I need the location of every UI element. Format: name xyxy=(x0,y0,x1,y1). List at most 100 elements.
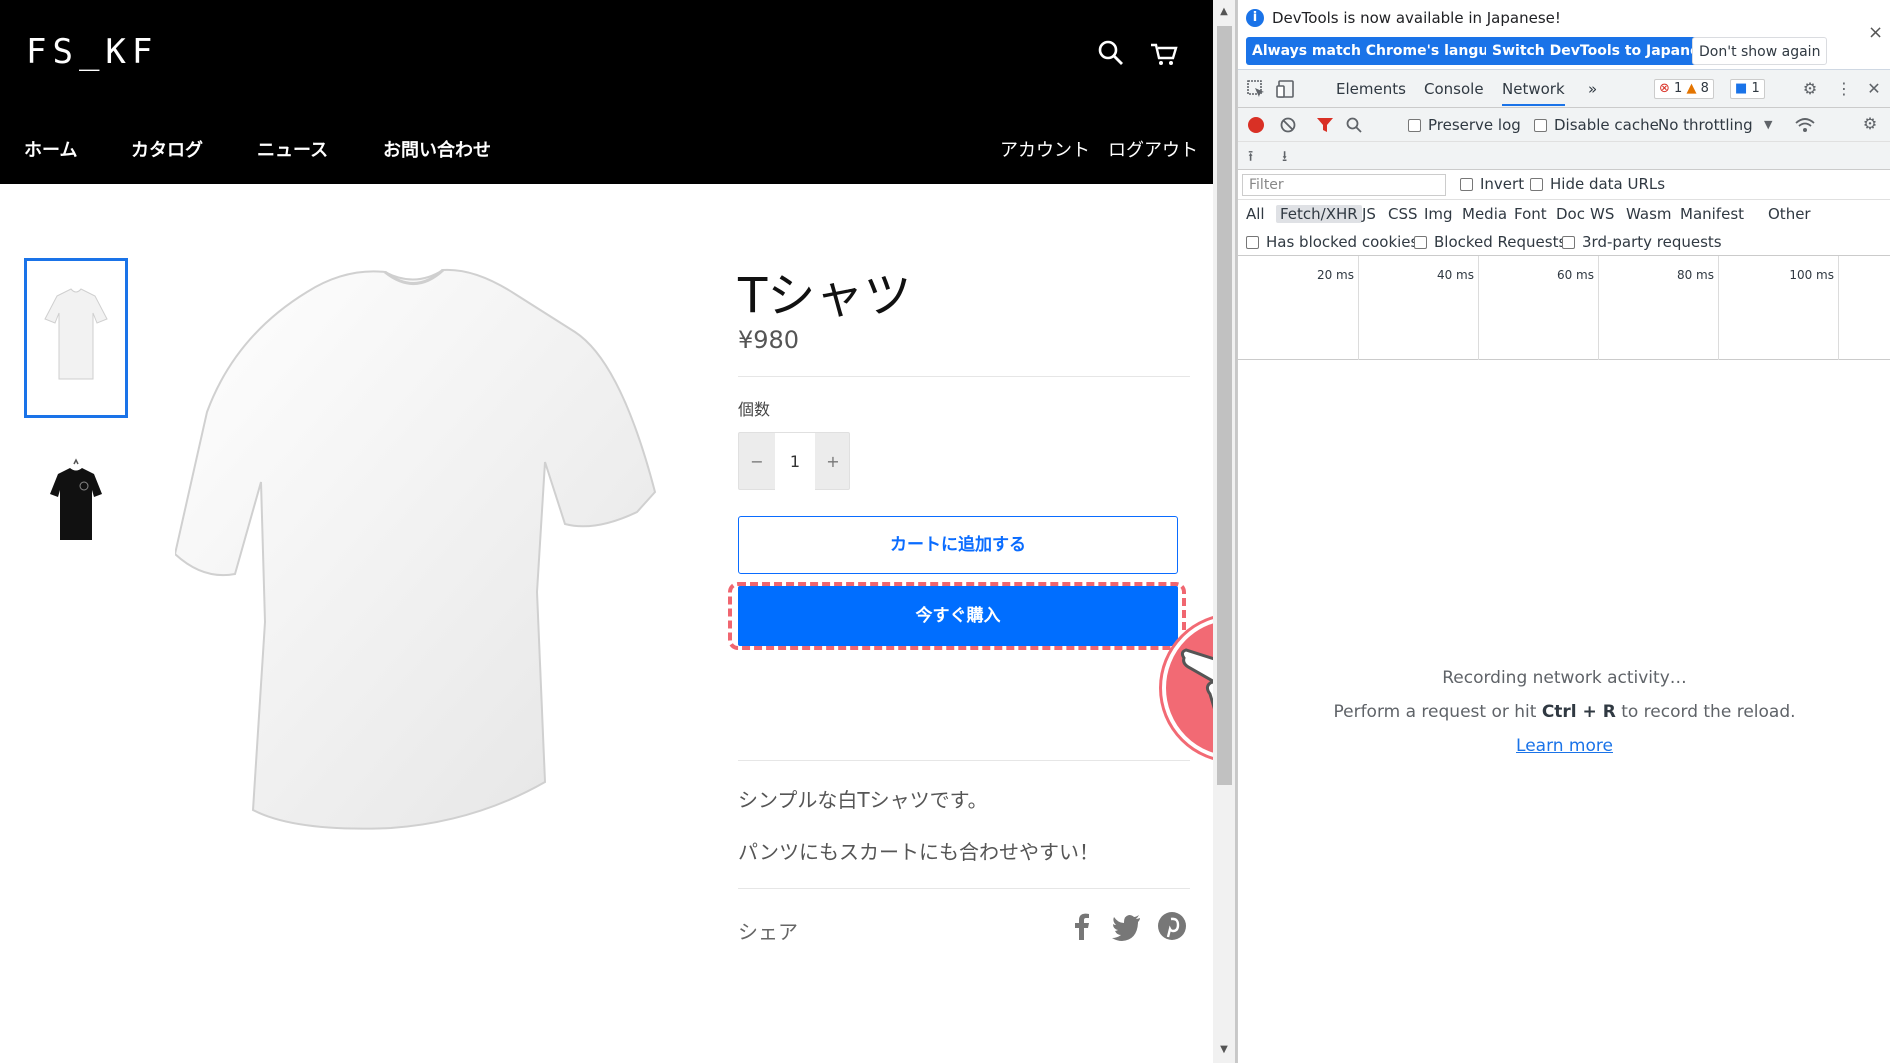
type-ws[interactable]: WS xyxy=(1590,205,1614,223)
type-wasm[interactable]: Wasm xyxy=(1626,205,1672,223)
nav-item-contact[interactable]: お問い合わせ xyxy=(383,136,491,162)
pointer-hand-overlay xyxy=(1162,616,1213,760)
scroll-down-arrow-icon[interactable]: ▼ xyxy=(1216,1042,1232,1058)
scroll-up-arrow-icon[interactable]: ▲ xyxy=(1216,4,1232,20)
type-img[interactable]: Img xyxy=(1424,205,1453,223)
invert-checkbox[interactable] xyxy=(1460,178,1473,191)
type-manifest[interactable]: Manifest xyxy=(1680,205,1744,223)
blocked-filter-bar: Has blocked cookies Blocked Requests 3rd… xyxy=(1238,228,1890,256)
type-css[interactable]: CSS xyxy=(1388,205,1418,223)
filter-icon[interactable] xyxy=(1316,117,1334,133)
nav-item-account[interactable]: アカウント xyxy=(1000,136,1090,162)
timeline-tick-label: 100 ms xyxy=(1789,268,1834,282)
type-all[interactable]: All xyxy=(1246,205,1265,223)
type-doc[interactable]: Doc xyxy=(1556,205,1585,223)
blocked-requests-checkbox[interactable] xyxy=(1414,236,1427,249)
nav-item-home[interactable]: ホーム xyxy=(24,136,77,162)
infobar-message: DevTools is now available in Japanese! xyxy=(1272,9,1561,27)
export-har-icon[interactable]: ⭳ xyxy=(1282,146,1287,171)
timeline-tick-label: 20 ms xyxy=(1316,268,1354,282)
error-icon: ⊗ xyxy=(1659,81,1670,96)
settings-icon[interactable]: ⚙ xyxy=(1800,79,1820,99)
message-icon: ■ xyxy=(1735,81,1748,96)
clear-icon[interactable] xyxy=(1280,117,1296,133)
product-description-line: シンプルな白Tシャツです。 xyxy=(738,788,988,812)
language-infobar: i DevTools is now available in Japanese!… xyxy=(1238,0,1890,70)
dont-show-again-button[interactable]: Don't show again xyxy=(1692,37,1828,65)
twitter-icon[interactable] xyxy=(1110,910,1142,942)
quantity-decrement-button[interactable]: − xyxy=(739,433,775,491)
timeline-tick-label: 40 ms xyxy=(1436,268,1474,282)
type-media[interactable]: Media xyxy=(1462,205,1507,223)
reload-hint: Perform a request or hit Ctrl + R to rec… xyxy=(1238,702,1890,722)
facebook-icon[interactable] xyxy=(1066,910,1098,942)
preserve-log-label: Preserve log xyxy=(1428,116,1521,134)
reload-hint-suffix: to record the reload. xyxy=(1615,702,1796,722)
filter-input[interactable]: Filter xyxy=(1242,174,1446,196)
devtools-tabbar: Elements Console Network » ⊗ 1 ▲ 8 ■ 1 ⚙… xyxy=(1238,70,1890,108)
product-price: ¥980 xyxy=(738,326,800,354)
buy-now-button[interactable]: 今すぐ購入 xyxy=(738,586,1178,646)
switch-to-japanese-button[interactable]: Switch DevTools to Japanese xyxy=(1486,37,1724,65)
product-thumbnail-white[interactable] xyxy=(24,258,128,418)
product-title: Tシャツ xyxy=(738,268,912,324)
network-overview-timeline[interactable]: 20 ms 40 ms 60 ms 80 ms 100 ms xyxy=(1238,256,1890,360)
third-party-requests-checkbox[interactable] xyxy=(1562,236,1575,249)
type-font[interactable]: Font xyxy=(1514,205,1547,223)
divider xyxy=(738,888,1190,889)
import-har-icon[interactable]: ⭱ xyxy=(1248,146,1253,171)
nav-item-logout[interactable]: ログアウト xyxy=(1108,136,1198,162)
pinterest-icon[interactable] xyxy=(1156,910,1188,942)
preserve-log-checkbox[interactable] xyxy=(1408,119,1421,132)
issues-counter[interactable]: ⊗ 1 ▲ 8 xyxy=(1654,79,1714,99)
timeline-gridline xyxy=(1478,256,1479,360)
hand-pointer-icon xyxy=(1180,648,1213,710)
error-count: 1 xyxy=(1674,81,1683,96)
device-toolbar-icon[interactable] xyxy=(1276,79,1296,99)
type-js[interactable]: JS xyxy=(1362,205,1376,223)
quantity-stepper[interactable]: − 1 + xyxy=(738,432,851,491)
more-options-icon[interactable]: ⋮ xyxy=(1834,79,1854,99)
network-settings-icon[interactable]: ⚙ xyxy=(1860,114,1880,134)
network-conditions-icon[interactable] xyxy=(1794,116,1816,134)
quantity-input[interactable]: 1 xyxy=(775,433,815,491)
tab-elements[interactable]: Elements xyxy=(1336,80,1406,98)
hide-data-urls-checkbox[interactable] xyxy=(1530,178,1543,191)
page-scrollbar-thumb[interactable] xyxy=(1217,26,1232,785)
nav-item-catalog[interactable]: カタログ xyxy=(131,136,203,162)
record-icon[interactable] xyxy=(1248,117,1264,133)
has-blocked-cookies-label: Has blocked cookies xyxy=(1266,233,1419,251)
type-other[interactable]: Other xyxy=(1768,205,1811,223)
cart-icon[interactable] xyxy=(1150,42,1178,66)
hide-data-urls-label: Hide data URLs xyxy=(1550,175,1666,193)
more-tabs-icon[interactable]: » xyxy=(1588,80,1597,98)
inspect-element-icon[interactable] xyxy=(1246,79,1266,99)
always-match-language-button[interactable]: Always match Chrome's language xyxy=(1246,37,1524,65)
learn-more-link[interactable]: Learn more xyxy=(1238,736,1890,756)
messages-counter[interactable]: ■ 1 xyxy=(1730,79,1765,99)
chevron-down-icon[interactable]: ▼ xyxy=(1764,118,1772,131)
type-fetch-xhr[interactable]: Fetch/XHR xyxy=(1276,205,1362,223)
tab-network[interactable]: Network xyxy=(1502,80,1565,106)
search-icon[interactable] xyxy=(1346,117,1362,133)
quantity-increment-button[interactable]: + xyxy=(815,433,851,491)
timeline-tick-label: 80 ms xyxy=(1676,268,1714,282)
store-logo[interactable]: FS_KF xyxy=(26,32,158,72)
network-toolbar: Preserve log Disable cache No throttling… xyxy=(1238,108,1890,142)
message-count: 1 xyxy=(1751,81,1760,96)
has-blocked-cookies-checkbox[interactable] xyxy=(1246,236,1259,249)
add-to-cart-button[interactable]: カートに追加する xyxy=(738,516,1178,574)
disable-cache-checkbox[interactable] xyxy=(1534,119,1547,132)
search-icon[interactable] xyxy=(1098,40,1124,66)
throttling-select[interactable]: No throttling xyxy=(1658,116,1753,134)
third-party-requests-label: 3rd-party requests xyxy=(1582,233,1722,251)
main-nav: ホーム カタログ ニュース お問い合わせ アカウント ログアウト xyxy=(0,112,1213,184)
close-devtools-icon[interactable]: ✕ xyxy=(1864,79,1884,99)
nav-item-news[interactable]: ニュース xyxy=(257,136,328,162)
product-thumbnail-black[interactable] xyxy=(24,440,128,600)
tab-console[interactable]: Console xyxy=(1424,80,1484,98)
recording-message: Recording network activity… xyxy=(1442,668,1687,688)
timeline-gridline xyxy=(1598,256,1599,360)
reload-hint-prefix: Perform a request or hit xyxy=(1333,702,1542,722)
close-icon[interactable]: × xyxy=(1868,22,1883,43)
